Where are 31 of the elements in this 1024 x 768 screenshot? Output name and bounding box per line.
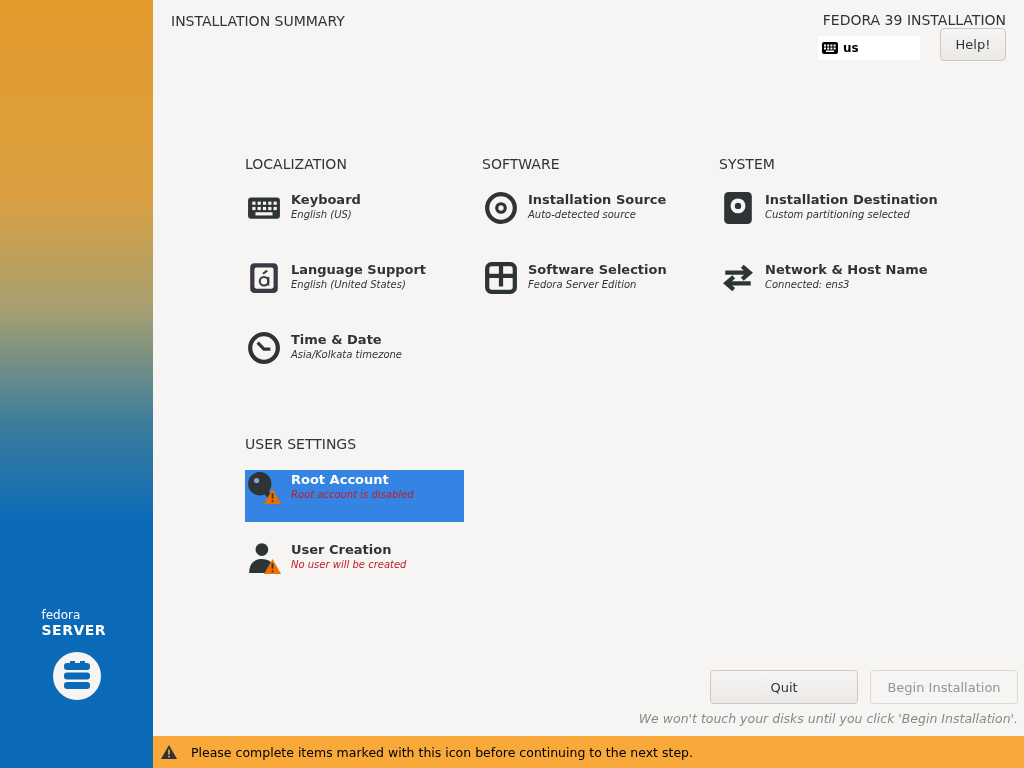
settings-spoke[interactable]: Root Account Root account is disabled bbox=[245, 470, 464, 522]
settings-spoke[interactable]: Time & Date Asia/Kolkata timezone bbox=[245, 330, 464, 382]
product-title: FEDORA 39 INSTALLATION bbox=[822, 12, 1006, 28]
server-badge-icon bbox=[52, 652, 101, 700]
package-icon bbox=[484, 261, 518, 295]
settings-spoke[interactable]: Software Selection Fedora Server Edition bbox=[482, 260, 701, 312]
settings-spoke[interactable]: Installation Destination Custom partitioning selected bbox=[719, 190, 940, 242]
settings-spoke[interactable]: Installation Source Auto-detected source bbox=[482, 190, 701, 242]
settings-spoke[interactable]: User Creation No user will be created bbox=[245, 540, 464, 592]
key-icon bbox=[247, 471, 281, 505]
disk-notice: We won't touch your disks until you click 'Begin Installation'. bbox=[638, 711, 1018, 726]
section-heading: SOFTWARE bbox=[482, 156, 560, 174]
warning-icon bbox=[161, 745, 177, 759]
clock-icon bbox=[247, 331, 281, 365]
section-heading: LOCALIZATION bbox=[245, 156, 347, 174]
keyboard-icon bbox=[822, 41, 838, 54]
settings-spoke[interactable]: Network & Host Name Connected: ens3 bbox=[719, 260, 938, 312]
section-heading: USER SETTINGS bbox=[245, 436, 357, 454]
page-title: INSTALLATION SUMMARY bbox=[171, 13, 345, 31]
warning-message: Please complete items marked with this icon before continuing to the next step. bbox=[191, 744, 693, 760]
edition-label: SERVER bbox=[41, 622, 108, 638]
brand-logo-text: fedora bbox=[41, 609, 82, 622]
keyboard-layout-indicator[interactable]: us bbox=[818, 35, 920, 60]
settings-spoke[interactable]: Keyboard English (US) bbox=[245, 190, 464, 242]
user-icon bbox=[247, 541, 281, 575]
settings-spoke[interactable]: Language Support English (United States) bbox=[245, 260, 464, 312]
disc-icon bbox=[484, 191, 518, 225]
action-button[interactable]: Quit bbox=[710, 670, 858, 704]
help-button[interactable]: Help! bbox=[940, 28, 1006, 61]
section-heading: SYSTEM bbox=[719, 156, 775, 174]
language-icon bbox=[247, 261, 281, 295]
